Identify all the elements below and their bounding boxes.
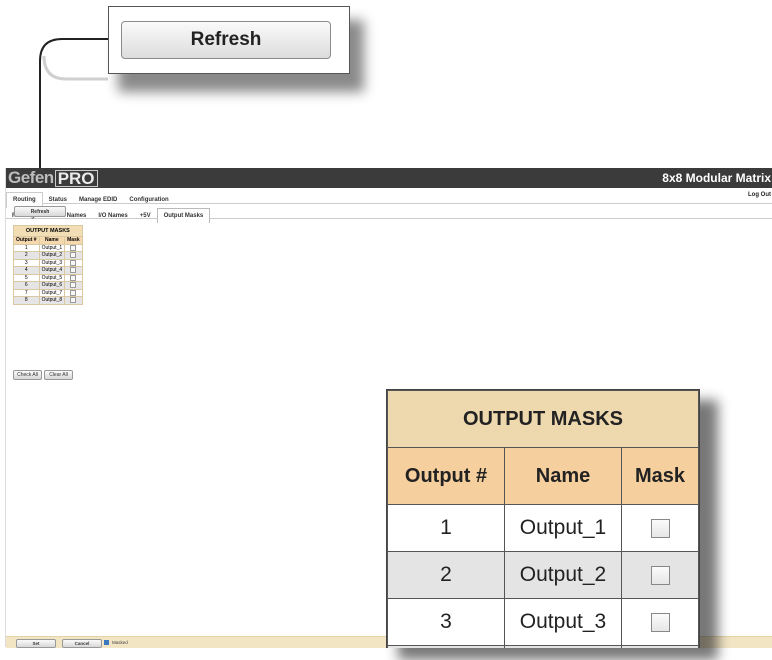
row-name: Output_6	[38, 281, 66, 290]
col-mask: Mask	[64, 236, 83, 245]
refresh-button[interactable]: Refresh	[14, 206, 66, 217]
table-row: 2 Output_2	[13, 251, 83, 260]
output-masks-table: OUTPUT MASKS Output # Name Mask 1 Output_…	[13, 225, 83, 305]
row-number: 8	[13, 296, 40, 305]
col-name: Name	[38, 236, 66, 245]
row-name: Output_2	[504, 551, 622, 599]
masked-legend-label: Masked	[112, 640, 128, 645]
refresh-button-zoomed[interactable]: Refresh	[121, 21, 331, 59]
logo-pro: PRO	[54, 169, 98, 187]
table-row: 1 Output_1	[387, 504, 699, 552]
row-number: 7	[13, 288, 40, 297]
mask-checkbox[interactable]	[70, 289, 77, 296]
row-name: Output_8	[38, 296, 66, 305]
mask-checkbox[interactable]	[650, 612, 670, 632]
row-number: 4	[13, 266, 40, 275]
row-number: 3	[13, 258, 40, 267]
subtab-output-masks[interactable]: Output Masks	[156, 208, 211, 223]
device-title: 8x8 Modular Matrix	[662, 171, 771, 185]
logo-gefen: Gefen	[8, 168, 54, 187]
table-row: 3 Output_3	[13, 258, 83, 267]
row-name: Output_1	[504, 504, 622, 552]
col-name-zoomed: Name	[504, 447, 622, 505]
table-row: 8 Output_8	[13, 296, 83, 305]
table-row: 5 Output_5	[13, 273, 83, 282]
table-row: 1 Output_1	[13, 243, 83, 252]
mask-checkbox[interactable]	[70, 297, 77, 304]
app-header: Gefen PRO 8x8 Modular Matrix	[6, 168, 772, 188]
mask-checkbox[interactable]	[70, 282, 77, 289]
row-name: Output_1	[38, 243, 66, 252]
log-out-link[interactable]: Log Out	[748, 188, 771, 203]
table-callout: OUTPUT MASKS Output # Name Mask 1 Output_…	[386, 389, 700, 648]
sub-nav: RoutingPreset NamesI/O Names+5VOutput Ma…	[6, 204, 772, 223]
mask-checkbox[interactable]	[650, 565, 670, 585]
row-number: 5	[13, 273, 40, 282]
col-output-number: Output #	[13, 236, 40, 245]
output-masks-table-zoomed: OUTPUT MASKS Output # Name Mask 1 Output_…	[387, 390, 699, 648]
logo: Gefen PRO	[6, 168, 98, 188]
row-number: 1	[387, 504, 505, 552]
row-name: Output_3	[38, 258, 66, 267]
refresh-callout: Refresh	[108, 6, 350, 74]
row-name: Output_7	[38, 288, 66, 297]
col-output-number-zoomed: Output #	[387, 447, 505, 505]
row-number: 1	[13, 243, 40, 252]
mask-checkbox[interactable]	[650, 518, 670, 538]
row-number: 3	[387, 598, 505, 646]
mask-checkbox[interactable]	[70, 274, 77, 281]
mask-checkbox[interactable]	[70, 244, 77, 251]
mask-checkbox[interactable]	[70, 267, 77, 274]
row-name: Output_3	[504, 598, 622, 646]
subtab-5v[interactable]: +5V	[134, 209, 157, 223]
table-row: 3 Output_3	[387, 598, 699, 646]
mask-checkbox[interactable]	[70, 252, 77, 259]
table-caption-zoomed: OUTPUT MASKS	[387, 390, 699, 448]
row-number: 6	[13, 281, 40, 290]
subtab-io-names[interactable]: I/O Names	[92, 209, 133, 223]
check-all-button[interactable]: Check All	[13, 370, 42, 380]
col-mask-zoomed: Mask	[621, 447, 699, 505]
masked-legend-swatch	[104, 640, 109, 645]
row-number: 2	[13, 251, 40, 260]
table-row: 4Output_4	[13, 266, 83, 275]
row-name: Output_5	[38, 273, 66, 282]
table-row: 6 Output_6	[13, 281, 83, 290]
clear-all-button[interactable]: Clear All	[44, 370, 73, 380]
row-name: Output_4	[38, 266, 66, 275]
table-caption: OUTPUT MASKS	[13, 225, 83, 237]
row-name: Output_2	[38, 251, 66, 260]
table-row: 2 Output_2	[387, 551, 699, 599]
row-number: 2	[387, 551, 505, 599]
table-row: 7 Output_7	[13, 288, 83, 297]
mask-checkbox[interactable]	[70, 259, 77, 266]
top-nav: Routing Status Manage EDID Configuration	[6, 188, 772, 208]
